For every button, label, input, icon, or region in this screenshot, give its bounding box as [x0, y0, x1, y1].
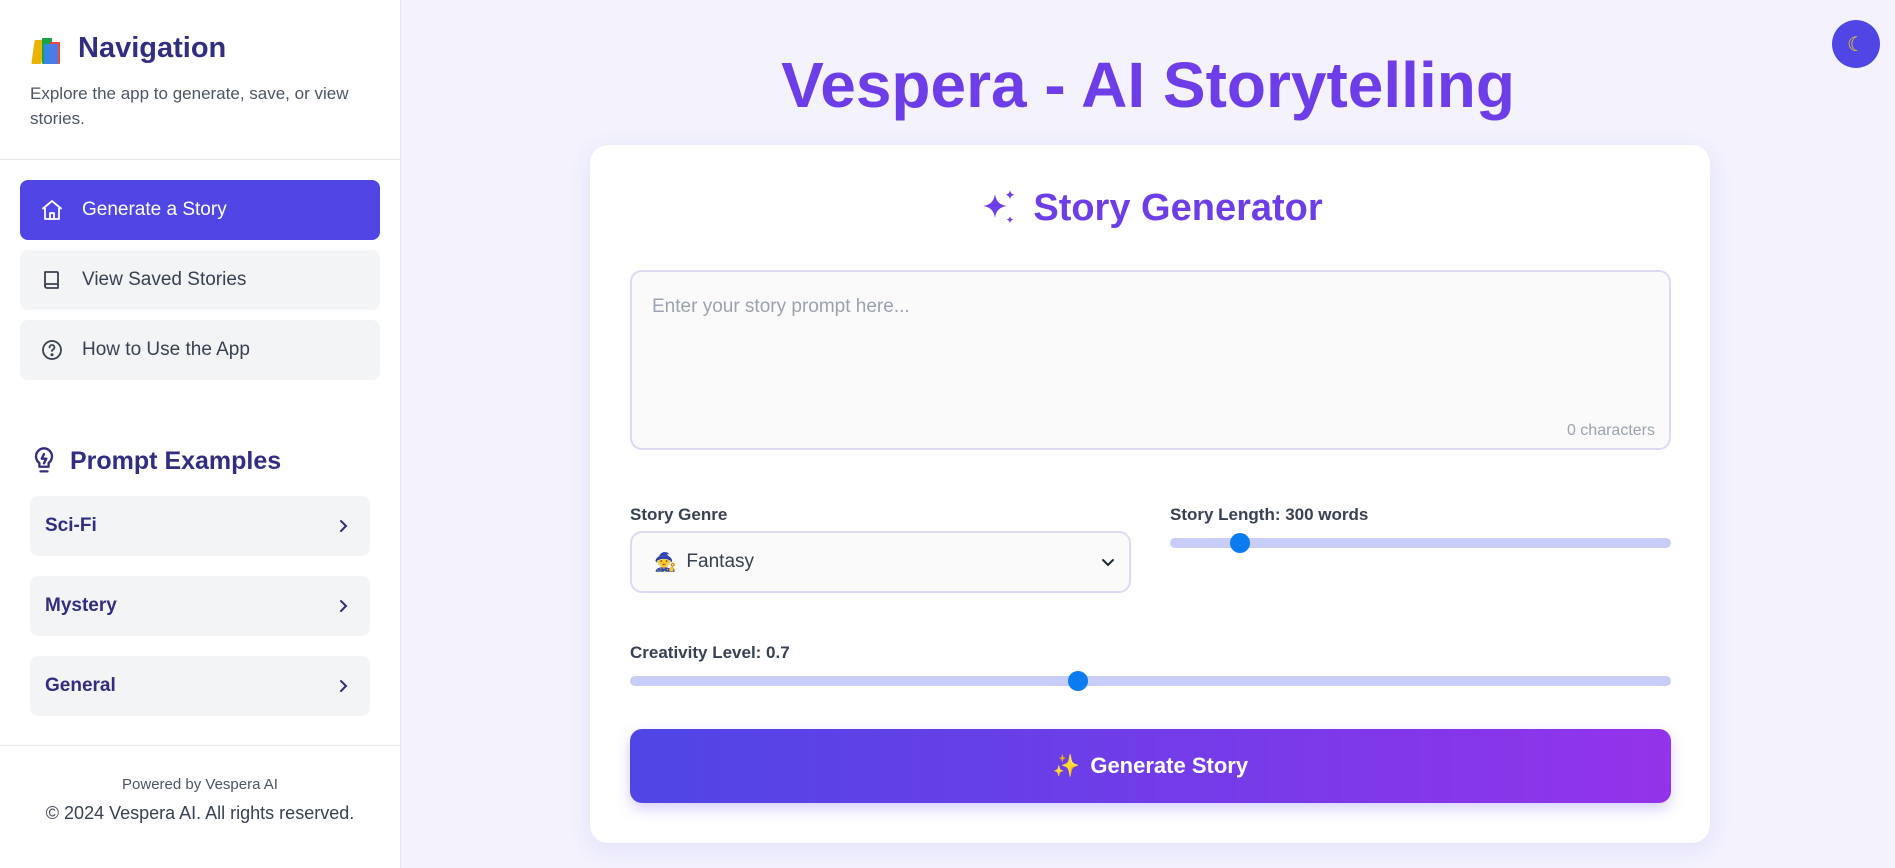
prompt-examples-title: Prompt Examples — [70, 446, 282, 475]
genre-select[interactable]: 🧙 Fantasy — [630, 531, 1131, 593]
character-count: 0 characters — [1566, 422, 1655, 439]
sidebar-title: Navigation — [78, 32, 227, 64]
chevron-down-icon — [1102, 559, 1114, 567]
powered-by-text: Powered by Vespera AI — [122, 776, 278, 793]
slider-thumb[interactable] — [1067, 671, 1088, 691]
prompt-examples-list: Sci-Fi Mystery General — [0, 476, 400, 716]
sidebar-item-how-to-use[interactable]: How to Use the App — [20, 320, 380, 380]
genre-label: Story Genre — [630, 505, 728, 524]
prompt-example-label: Sci-Fi — [45, 515, 97, 536]
prompt-example-label: General — [45, 675, 116, 696]
help-circle-icon — [42, 340, 62, 360]
prompt-example-general[interactable]: General — [30, 656, 370, 716]
sidebar-item-label: Generate a Story — [82, 199, 227, 220]
sidebar-header: Navigation Explore the app to generate, … — [0, 0, 400, 160]
card-title: Story Generator — [1033, 187, 1323, 229]
sidebar-description: Explore the app to generate, save, or vi… — [30, 84, 349, 128]
prompt-examples-header: Prompt Examples — [0, 390, 400, 476]
sidebar-item-label: View Saved Stories — [82, 269, 247, 290]
wizard-icon: 🧙 — [654, 551, 677, 572]
prompt-example-scifi[interactable]: Sci-Fi — [30, 496, 370, 556]
story-generator-card: Story Generator 0 characters Story Genre… — [590, 145, 1710, 843]
chevron-right-icon — [340, 680, 348, 692]
sidebar-menu: Generate a Story View Saved Stories How … — [0, 160, 400, 380]
home-icon — [42, 200, 62, 220]
creativity-slider[interactable] — [630, 671, 1671, 691]
sidebar: Navigation Explore the app to generate, … — [0, 0, 401, 868]
prompt-example-label: Mystery — [45, 595, 117, 616]
chevron-right-icon — [340, 600, 348, 612]
genre-value: Fantasy — [686, 551, 755, 572]
genre-selected: 🧙 Fantasy — [654, 551, 754, 573]
chevron-right-icon — [340, 520, 348, 532]
story-length-slider[interactable] — [1170, 533, 1671, 553]
slider-thumb[interactable] — [1230, 533, 1251, 553]
generate-story-button[interactable]: ✨ Generate Story — [630, 729, 1671, 803]
generate-button-label: Generate Story — [1090, 753, 1249, 778]
story-length-label: Story Length: 300 words — [1170, 505, 1369, 524]
book-icon — [44, 271, 59, 289]
sidebar-footer: Powered by Vespera AI © 2024 Vespera AI.… — [0, 745, 400, 868]
story-prompt-input[interactable] — [632, 272, 1669, 448]
prompt-example-mystery[interactable]: Mystery — [30, 576, 370, 636]
sparkle-icon: ✨ — [1052, 753, 1081, 778]
books-icon — [30, 34, 64, 64]
sidebar-item-saved-stories[interactable]: View Saved Stories — [20, 250, 380, 310]
prompt-input-wrapper: 0 characters — [630, 270, 1671, 450]
sidebar-item-generate-story[interactable]: Generate a Story — [20, 180, 380, 240]
copyright-text: © 2024 Vespera AI. All rights reserved. — [45, 803, 355, 823]
page-title: Vespera - AI Storytelling — [781, 49, 1515, 121]
lightbulb-icon — [34, 447, 54, 473]
sparkles-icon — [983, 189, 1016, 223]
creativity-label: Creativity Level: 0.7 — [630, 643, 790, 662]
card-title-row: Story Generator — [590, 187, 1710, 230]
sidebar-item-label: How to Use the App — [82, 339, 250, 360]
sidebar-title-row: Navigation — [30, 32, 370, 65]
